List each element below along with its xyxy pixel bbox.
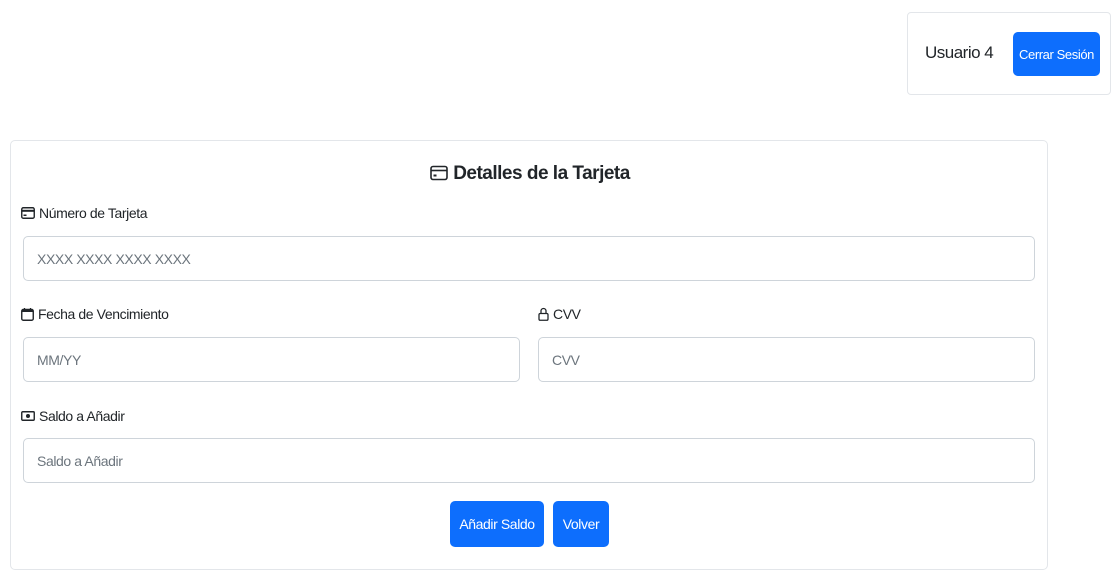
card-number-label: Número de Tarjeta <box>21 205 148 221</box>
cvv-label: CVV <box>538 306 581 322</box>
expiry-input[interactable] <box>23 337 520 382</box>
page-title: Detalles de la Tarjeta <box>453 163 630 184</box>
credit-card-icon <box>430 165 448 187</box>
user-name: Usuario 4 <box>925 43 994 62</box>
logout-button[interactable]: Cerrar Sesión <box>1013 32 1100 76</box>
card-details-form: Detalles de la Tarjeta Número de Tarjeta… <box>10 140 1048 570</box>
credit-card-icon <box>21 207 35 219</box>
card-title-row: Detalles de la Tarjeta <box>11 163 1049 187</box>
cash-icon <box>21 410 35 422</box>
calendar-icon <box>21 307 34 321</box>
add-balance-button[interactable]: Añadir Saldo <box>450 501 544 547</box>
back-button[interactable]: Volver <box>553 501 609 547</box>
cvv-label-text: CVV <box>553 306 581 322</box>
card-number-label-text: Número de Tarjeta <box>39 205 148 221</box>
expiry-label-text: Fecha de Vencimiento <box>38 306 169 322</box>
balance-label-text: Saldo a Añadir <box>39 408 125 424</box>
lock-icon <box>538 307 549 321</box>
card-number-input[interactable] <box>23 236 1035 281</box>
user-panel: Usuario 4 Cerrar Sesión <box>907 12 1111 95</box>
balance-label: Saldo a Añadir <box>21 408 125 424</box>
cvv-input[interactable] <box>538 337 1035 382</box>
balance-input[interactable] <box>23 438 1035 483</box>
expiry-label: Fecha de Vencimiento <box>21 306 169 322</box>
